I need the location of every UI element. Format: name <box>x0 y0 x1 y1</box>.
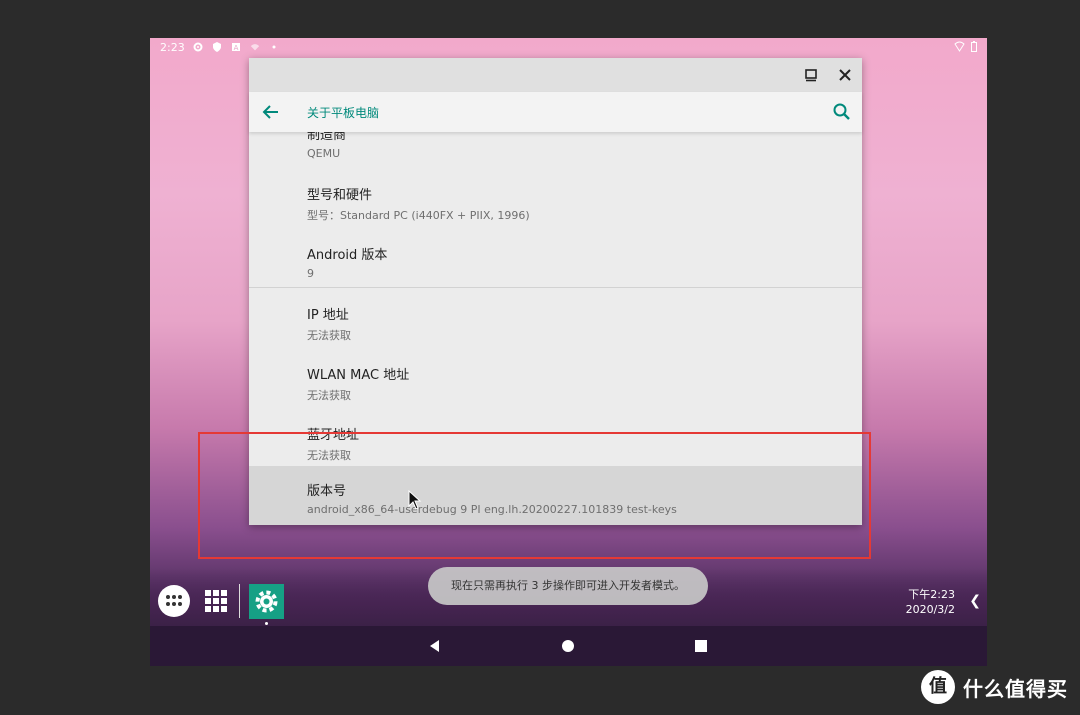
settings-list: 制造商 QEMU 型号和硬件 型号：Standard PC (i440FX + … <box>249 132 862 525</box>
search-icon[interactable] <box>832 102 852 122</box>
item-title: Android 版本 <box>307 248 388 263</box>
clock-time: 下午2:23 <box>908 588 955 601</box>
settings-gear-icon <box>255 590 278 613</box>
nav-recents-icon[interactable] <box>693 638 709 654</box>
shield-icon <box>212 42 221 52</box>
list-item-model-hardware[interactable]: 型号和硬件 型号：Standard PC (i440FX + PIIX, 199… <box>249 178 862 238</box>
watermark: 值 什么值得买 <box>921 670 1068 704</box>
window-titlebar[interactable] <box>249 58 862 92</box>
item-subtitle: android_x86_64-userdebug 9 PI eng.lh.202… <box>307 503 677 516</box>
taskbar: 下午2:23 2020/3/2 ❮ <box>150 578 987 626</box>
item-title: 版本号 <box>307 484 347 499</box>
a-icon: A <box>231 43 240 52</box>
battery-icon <box>971 41 977 52</box>
status-bar: 2:23 A <box>150 38 987 56</box>
item-subtitle: 无法获取 <box>307 389 351 402</box>
signal-icon <box>954 41 965 52</box>
item-subtitle: 无法获取 <box>307 449 351 462</box>
status-time: 2:23 <box>160 40 185 54</box>
settings-app-button[interactable] <box>249 584 284 619</box>
mouse-cursor-icon <box>408 490 422 510</box>
running-indicator <box>265 622 268 625</box>
page-title: 关于平板电脑 <box>307 106 380 120</box>
item-subtitle: 9 <box>307 267 314 280</box>
list-item-wlan-mac[interactable]: WLAN MAC 地址 无法获取 <box>249 358 862 418</box>
close-icon[interactable] <box>836 66 854 84</box>
nav-home-icon[interactable] <box>560 638 576 654</box>
list-item-build-number[interactable]: 版本号 android_x86_64-userdebug 9 PI eng.lh… <box>249 466 862 525</box>
back-arrow-icon[interactable] <box>261 102 281 122</box>
item-subtitle: 型号：Standard PC (i440FX + PIIX, 1996) <box>307 209 530 222</box>
android-screen: 2:23 A 关于平板电脑 制造商 QEMU 型号和硬件 型号：Standard… <box>150 38 987 666</box>
item-title: IP 地址 <box>307 308 349 323</box>
wifi-icon <box>250 44 259 51</box>
navigation-bar <box>150 626 987 666</box>
gear-icon <box>193 42 203 52</box>
list-item-android-version[interactable]: Android 版本 9 <box>249 238 862 298</box>
status-right-icons <box>954 41 977 52</box>
maximize-icon[interactable] <box>802 66 820 84</box>
clock-date: 2020/3/2 <box>905 603 955 616</box>
nav-back-icon[interactable] <box>427 638 443 654</box>
divider <box>249 287 862 288</box>
app-bar: 关于平板电脑 <box>249 92 862 132</box>
item-title: 制造商 <box>307 132 347 143</box>
taskbar-separator <box>239 584 240 618</box>
list-item-manufacturer[interactable]: 制造商 QEMU <box>249 132 862 178</box>
app-drawer-button[interactable] <box>158 585 190 617</box>
watermark-text: 什么值得买 <box>963 676 1068 701</box>
svg-text:A: A <box>233 44 238 52</box>
item-subtitle: 无法获取 <box>307 329 351 342</box>
chevron-left-icon[interactable]: ❮ <box>969 593 981 609</box>
dot-icon <box>272 45 276 49</box>
list-item-ip-address[interactable]: IP 地址 无法获取 <box>249 298 862 358</box>
settings-window: 关于平板电脑 制造商 QEMU 型号和硬件 型号：Standard PC (i4… <box>249 58 862 525</box>
window-grid-icon[interactable] <box>205 590 227 612</box>
watermark-logo: 值 <box>921 670 955 704</box>
item-subtitle: QEMU <box>307 147 341 160</box>
item-title: 蓝牙地址 <box>307 428 360 443</box>
item-title: WLAN MAC 地址 <box>307 368 410 383</box>
item-title: 型号和硬件 <box>307 188 373 203</box>
dots-grid-icon <box>166 595 182 606</box>
taskbar-clock[interactable]: 下午2:23 2020/3/2 <box>906 587 955 617</box>
